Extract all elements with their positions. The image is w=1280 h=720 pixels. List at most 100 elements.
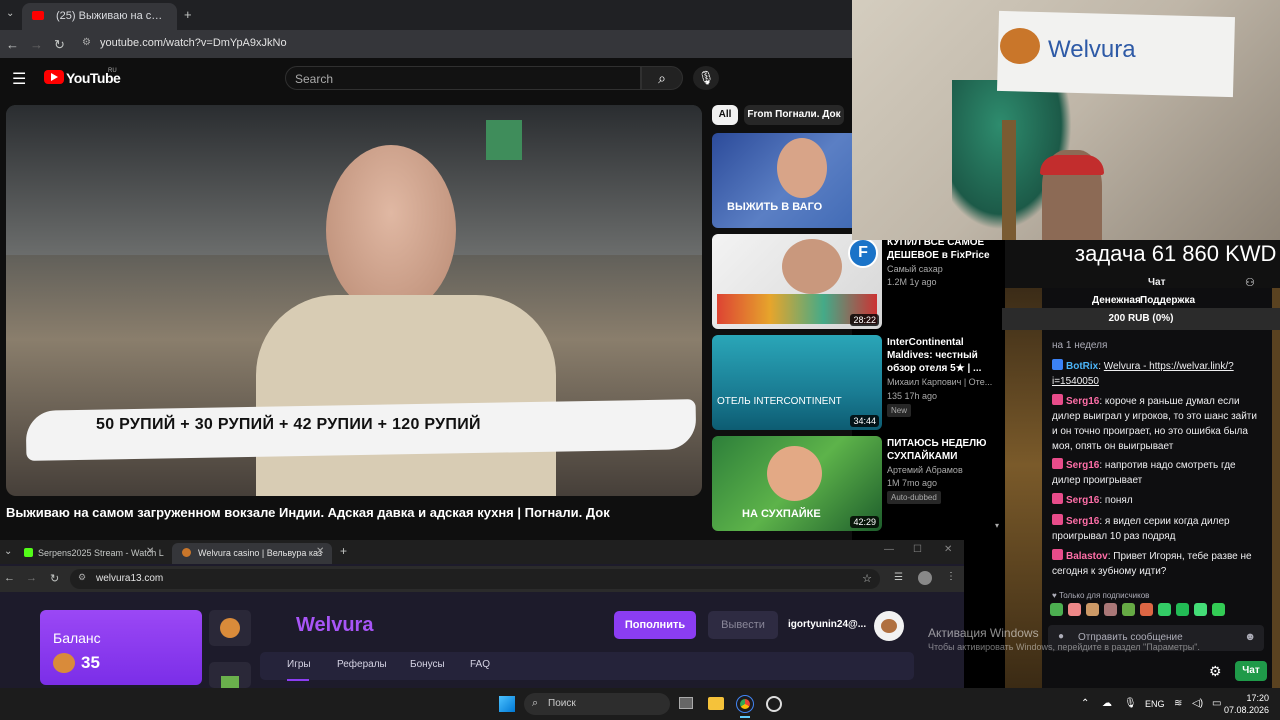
obs-icon[interactable]: [766, 696, 782, 712]
close-tab-icon[interactable]: ✕: [146, 546, 154, 557]
cookie-menu-button[interactable]: [209, 610, 251, 646]
taskbar-search[interactable]: ⌕ Поиск: [524, 693, 670, 715]
menu-icon[interactable]: ☰: [12, 69, 26, 89]
nav-referrals[interactable]: Рефералы: [337, 659, 387, 670]
thumb-text: ВЫЖИТЬ В ВАГО: [727, 201, 823, 213]
chat-nick[interactable]: Serg16: [1066, 516, 1099, 527]
emote-icon[interactable]: [1194, 603, 1207, 616]
related-video-channel[interactable]: Михаил Карпович | Оте...: [887, 377, 999, 387]
site-info-icon[interactable]: ⚙: [78, 572, 86, 583]
nav-games[interactable]: Игры: [287, 659, 311, 670]
browser-menu-icon[interactable]: ⋮: [946, 571, 956, 582]
reload-icon[interactable]: ↻: [50, 572, 59, 585]
related-video-thumbnail[interactable]: ОТЕЛЬ INTERCONTINENT 34:44: [712, 335, 882, 430]
balance-label: Баланс: [53, 630, 101, 646]
volume-icon[interactable]: ◁): [1192, 698, 1203, 709]
wifi-icon[interactable]: ≋: [1174, 698, 1182, 709]
scroll-down-icon[interactable]: ▾: [995, 521, 999, 530]
palm-trunk: [1002, 120, 1016, 240]
site-info-icon[interactable]: ⚙: [82, 37, 91, 48]
bookmark-star-icon[interactable]: ☆: [862, 572, 872, 585]
youtube-region: RU: [108, 68, 117, 74]
cookie-favicon-icon: [182, 548, 191, 557]
tab-welvura[interactable]: Welvura casino | Вельвура каз: [172, 543, 332, 564]
video-player[interactable]: 50 РУПИЙ + 30 РУПИЙ + 42 РУПИИ + 120 РУП…: [6, 105, 702, 496]
tray-expand-icon[interactable]: ⌃: [1081, 698, 1089, 709]
chip-all[interactable]: All: [712, 105, 738, 125]
cloud-icon[interactable]: ☁: [1102, 698, 1112, 709]
chat-nick[interactable]: BotRix: [1066, 361, 1098, 372]
emote-icon[interactable]: [1104, 603, 1117, 616]
deposit-button[interactable]: Пополнить: [614, 611, 696, 639]
chip-from-channel[interactable]: From Погнали. Док: [744, 105, 844, 125]
chat-nick[interactable]: Serg16: [1066, 396, 1099, 407]
emote-icon[interactable]: [1050, 603, 1063, 616]
extensions-icon[interactable]: ☰: [894, 572, 903, 583]
chat-send-button[interactable]: Чат: [1235, 661, 1267, 681]
emote-icon[interactable]: [1158, 603, 1171, 616]
related-video-channel[interactable]: Самый сахар: [887, 264, 999, 274]
thumb-face: [767, 446, 822, 501]
tab-youtube[interactable]: (25) Выживаю на самом за: [22, 3, 177, 30]
minimize-icon[interactable]: —: [884, 544, 894, 555]
chat-nick[interactable]: Serg16: [1066, 495, 1099, 506]
emote-icon[interactable]: [1212, 603, 1225, 616]
forward-icon[interactable]: →: [26, 572, 37, 584]
emote-icon[interactable]: [1068, 603, 1081, 616]
new-tab-icon[interactable]: +: [184, 7, 192, 22]
related-video-title[interactable]: InterContinental Maldives: честный обзор…: [887, 336, 999, 375]
reload-icon[interactable]: ↻: [54, 37, 65, 53]
back-icon[interactable]: ←: [6, 37, 19, 52]
related-video-title[interactable]: ПИТАЮСЬ НЕДЕЛЮ СУХПАЙКАМИ: [887, 437, 999, 463]
casino-address-bar: ← → ↻ ⚙ welvura13.com ☆ ☰ ⋮: [0, 566, 964, 592]
sub-badge-icon: [1052, 458, 1063, 469]
new-tab-icon[interactable]: +: [340, 544, 347, 558]
emote-icon[interactable]: [1122, 603, 1135, 616]
close-tab-icon[interactable]: ✕: [316, 546, 324, 557]
mic-tray-icon[interactable]: 🎙: [1124, 698, 1137, 709]
withdraw-button[interactable]: Вывести: [708, 611, 778, 639]
yt-url-field[interactable]: ⚙ youtube.com/watch?v=DmYpA9xJkNo: [80, 35, 840, 53]
start-icon[interactable]: [499, 696, 515, 712]
emoji-icon[interactable]: ☻: [1244, 631, 1256, 643]
task-view-icon[interactable]: [679, 697, 693, 709]
chat-nick[interactable]: Serg16: [1066, 460, 1099, 471]
back-icon[interactable]: ←: [4, 572, 15, 584]
yt-search-input[interactable]: Search: [285, 66, 641, 90]
bot-badge-icon: [1052, 359, 1063, 370]
close-window-icon[interactable]: ✕: [944, 544, 952, 555]
related-video-thumbnail[interactable]: F 28:22: [712, 234, 882, 329]
nav-faq[interactable]: FAQ: [470, 659, 490, 670]
cases-button[interactable]: [209, 662, 251, 688]
profile-avatar-icon[interactable]: [918, 571, 932, 585]
casino-tab-bar: ⌄ Serpens2025 Stream - Watch L ✕ Welvura…: [0, 540, 964, 564]
emote-icon[interactable]: [1086, 603, 1099, 616]
chat-nick[interactable]: Balastov: [1066, 551, 1108, 562]
chat-avatar-icon: ●: [1058, 631, 1065, 642]
casino-logo[interactable]: Welvura: [296, 614, 373, 637]
user-avatar[interactable]: [874, 611, 904, 641]
sub-badge-icon: [1052, 549, 1063, 560]
tab-list-icon[interactable]: ⌄: [6, 8, 14, 19]
search-icon[interactable]: ⌕: [641, 66, 683, 90]
settings-gear-icon[interactable]: ⚙: [1209, 663, 1222, 680]
related-video-thumbnail[interactable]: НА СУХПАЙКЕ 42:29: [712, 436, 882, 531]
balance-card[interactable]: Баланс 35: [40, 610, 202, 685]
related-video-channel[interactable]: Артемий Абрамов: [887, 465, 999, 475]
forward-icon[interactable]: →: [30, 37, 43, 52]
users-icon[interactable]: ⚇: [1245, 276, 1255, 289]
clock[interactable]: 17:20 07.08.2026: [1224, 692, 1269, 716]
chrome-icon[interactable]: [736, 695, 754, 713]
file-explorer-icon[interactable]: [708, 697, 724, 710]
microphone-icon[interactable]: 🎙: [693, 66, 719, 90]
tab-list-icon[interactable]: ⌄: [4, 546, 12, 557]
battery-icon[interactable]: ▭: [1212, 698, 1221, 709]
casino-url-field[interactable]: ⚙ welvura13.com ☆: [70, 569, 880, 589]
maximize-icon[interactable]: ☐: [913, 544, 922, 555]
youtube-logo-icon[interactable]: [44, 70, 64, 84]
language-indicator[interactable]: ENG: [1145, 699, 1165, 709]
nav-bonuses[interactable]: Бонусы: [410, 659, 445, 670]
emote-icon[interactable]: [1176, 603, 1189, 616]
user-email[interactable]: igortyunin24@...: [788, 619, 868, 630]
emote-icon[interactable]: [1140, 603, 1153, 616]
